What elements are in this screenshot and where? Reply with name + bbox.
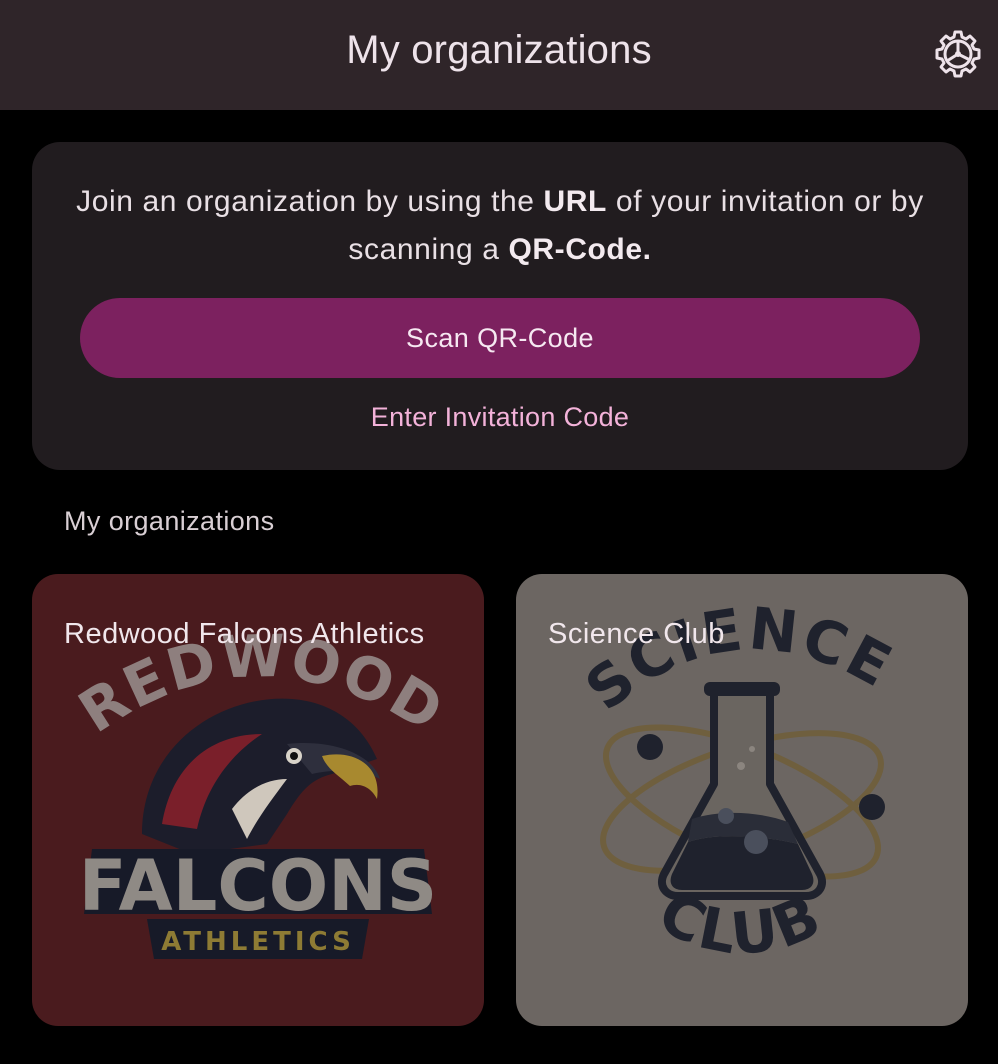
scan-qr-code-button[interactable]: Scan QR-Code <box>80 298 920 378</box>
app-bar: My organizations <box>0 0 998 110</box>
organization-name: Redwood Falcons Athletics <box>64 618 425 650</box>
url-emphasis: URL <box>543 185 607 218</box>
organization-name: Science Club <box>548 618 725 650</box>
page-title: My organizations <box>346 28 652 72</box>
qr-code-emphasis: QR-Code. <box>508 233 652 266</box>
organization-card-science-club[interactable]: SCIENCE CLUB Science Club <box>516 574 968 1026</box>
svg-text:FALCONS: FALCONS <box>79 845 437 927</box>
gear-icon <box>935 30 981 78</box>
enter-invitation-code-link[interactable]: Enter Invitation Code <box>32 402 968 433</box>
svg-text:ATHLETICS: ATHLETICS <box>161 927 355 957</box>
join-organization-card: Join an organization by using the URL of… <box>32 142 968 470</box>
organization-card-redwood-falcons[interactable]: REDWOOD FALCONS ATHLETICS Redwood Falcon… <box>32 574 484 1026</box>
settings-button[interactable] <box>930 26 986 82</box>
join-instructions: Join an organization by using the URL of… <box>76 185 924 266</box>
section-heading: My organizations <box>64 506 275 536</box>
